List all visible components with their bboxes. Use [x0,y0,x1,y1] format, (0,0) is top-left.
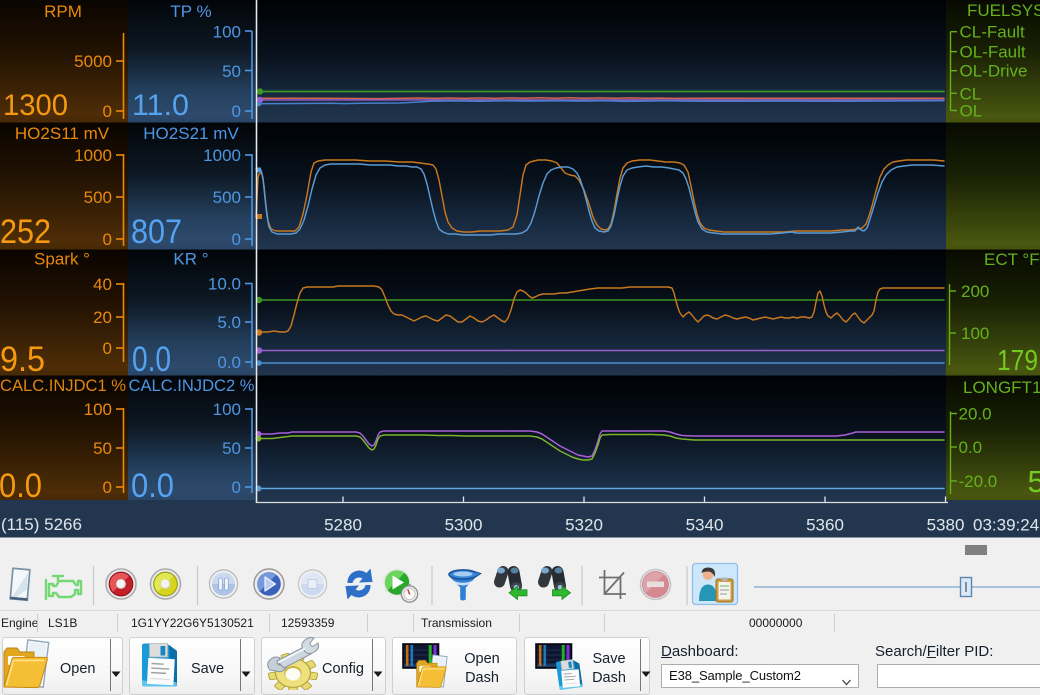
svg-text:20.0: 20.0 [959,405,992,424]
svg-text:5280: 5280 [324,516,362,535]
svg-text:FUELSYSA: FUELSYSA [967,1,1040,20]
svg-text:40: 40 [93,275,112,294]
svg-text:HO2S21 mV: HO2S21 mV [143,124,239,143]
svg-text:CALC.INJDC1 %: CALC.INJDC1 % [0,377,126,395]
svg-text:0: 0 [103,478,112,497]
svg-text:5.0: 5.0 [217,313,241,332]
svg-text:0: 0 [232,102,241,121]
svg-text:50: 50 [222,62,241,81]
svg-text:100: 100 [213,23,241,42]
svg-text:0.0: 0.0 [131,467,174,505]
svg-text:500: 500 [84,188,112,207]
svg-text:-20.0: -20.0 [959,472,998,491]
svg-text:OL-Fault: OL-Fault [960,43,1026,62]
svg-text:TP %: TP % [170,2,211,21]
svg-text:0: 0 [232,230,241,249]
svg-text:0.0: 0.0 [0,467,42,505]
svg-text:KR °: KR ° [173,250,208,269]
svg-text:0.0: 0.0 [217,353,241,372]
svg-text:0: 0 [103,339,112,358]
svg-text:5300: 5300 [445,516,483,535]
svg-text:CL-Fault: CL-Fault [960,23,1025,42]
svg-text:5000: 5000 [74,52,112,71]
svg-text:500: 500 [213,188,241,207]
svg-text:CL: CL [960,84,982,103]
svg-text:100: 100 [961,324,989,343]
svg-text:10.0: 10.0 [208,275,241,294]
svg-text:OL-Drive: OL-Drive [960,62,1028,81]
svg-text:1000: 1000 [203,146,241,165]
svg-text:5360: 5360 [806,516,844,535]
svg-text:CALC.INJDC2 %: CALC.INJDC2 % [129,377,255,395]
svg-text:HO2S11 mV: HO2S11 mV [15,124,110,143]
svg-text:0: 0 [103,102,112,121]
svg-text:179: 179 [997,345,1038,377]
svg-text:0.0: 0.0 [132,340,171,379]
svg-text:0.0: 0.0 [959,438,983,457]
svg-text:11.0: 11.0 [132,89,189,122]
svg-text:807: 807 [131,213,182,251]
svg-text:Spark °: Spark ° [34,250,90,269]
svg-text:100: 100 [84,400,112,419]
svg-text:5380: 5380 [927,516,965,535]
svg-text:OL: OL [960,102,983,121]
svg-text:0: 0 [103,230,112,249]
svg-text:ECT °F: ECT °F [984,250,1040,269]
svg-text:200: 200 [961,282,989,301]
svg-text:100: 100 [213,400,241,419]
svg-text:5340: 5340 [686,516,724,535]
svg-text:252: 252 [0,213,51,251]
svg-text:50: 50 [93,439,112,458]
svg-text:03:39:24: 03:39:24 [973,516,1039,535]
svg-text:9.5: 9.5 [0,340,45,379]
svg-text:LONGFT1: LONGFT1 [963,378,1040,397]
svg-text:1000: 1000 [74,146,112,165]
svg-text:5: 5 [1028,464,1040,499]
svg-text:50: 50 [222,439,241,458]
svg-text:RPM: RPM [44,2,82,21]
svg-text:1300: 1300 [3,89,68,122]
svg-text:0: 0 [232,478,241,497]
svg-text:20: 20 [93,308,112,327]
svg-text:(115) 5266: (115) 5266 [1,515,82,534]
svg-text:5320: 5320 [565,516,603,535]
